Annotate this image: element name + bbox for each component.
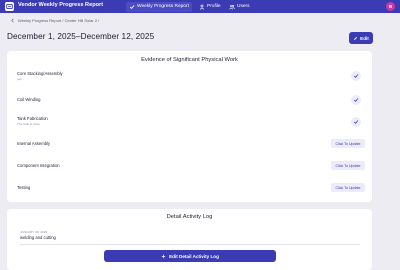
evidence-item-label: Component Integration [17,163,60,168]
click-to-update-button[interactable]: Click To Update [331,183,365,192]
tab-profile[interactable]: Profile [196,2,224,12]
chevron-left-icon[interactable] [10,18,15,23]
log-entry-date: JANUARY 30, 2026 [20,230,48,234]
evidence-item-note: yes [17,77,22,81]
activity-log-title: Detail Activity Log [166,214,213,220]
divider [20,244,360,245]
breadcrumb-text[interactable]: Weekly Progress Report / Center Hill Sol… [18,18,99,23]
click-to-update-button[interactable]: Click To Update [331,139,365,148]
plus-icon [161,254,166,258]
tab-weekly-progress-report[interactable]: Weekly Progress Report [126,1,192,12]
avatar[interactable]: B [386,2,395,11]
profile-icon [199,4,205,10]
app-title: Vendor Weekly Progress Report [18,2,104,8]
edit-detail-activity-log-label: Edit Detail Activity Log [169,253,219,259]
activity-log-card: Detail Activity Log JANUARY 30, 2026 wel… [7,209,372,270]
log-entry-text: welding and cutting [20,235,56,240]
evidence-row-component-integration: Component Integration Click To Update [7,158,372,178]
tab-label: Users [237,4,250,9]
tab-users[interactable]: Users [226,2,253,12]
evidence-row-coil-winding: Coil Winding [7,92,372,112]
evidence-item-label: Core Stacking/Assembly [17,71,63,76]
edit-button[interactable]: Edit [349,32,373,44]
evidence-row-tank-fabrication: Tank Fabrication The tank is done [7,114,372,134]
check-icon [351,117,361,127]
evidence-card: Evidence of Significant Physical Work Co… [7,51,372,202]
check-icon [351,95,361,105]
evidence-item-label: Coil Winding [17,97,41,102]
evidence-row-core-stacking: Core Stacking/Assembly yes [7,68,372,88]
breadcrumb: Weekly Progress Report / Center Hill Sol… [10,18,99,23]
evidence-row-internal-assembly: Internal Assembly Click To Update [7,136,372,156]
evidence-item-label: Tank Fabrication [17,116,48,121]
tab-label: Profile [207,4,221,9]
evidence-item-note: The tank is done [17,122,40,126]
pencil-icon [354,36,358,40]
check-icon [129,4,135,9]
users-icon [229,4,235,9]
evidence-item-label: Testing [17,185,31,190]
click-to-update-button[interactable]: Click To Update [331,161,365,170]
evidence-card-title: Evidence of Significant Physical Work [141,57,238,63]
app-logo-icon[interactable] [5,2,14,11]
check-icon [351,71,361,81]
edit-detail-activity-log-button[interactable]: Edit Detail Activity Log [104,250,276,262]
top-nav: Vendor Weekly Progress Report Weekly Pro… [0,0,400,13]
tab-label: Weekly Progress Report [137,4,189,9]
edit-button-label: Edit [360,35,369,41]
evidence-row-testing: Testing Click To Update [7,180,372,200]
evidence-item-label: Internal Assembly [17,141,51,146]
page-title: December 1, 2025–December 12, 2025 [7,32,155,41]
